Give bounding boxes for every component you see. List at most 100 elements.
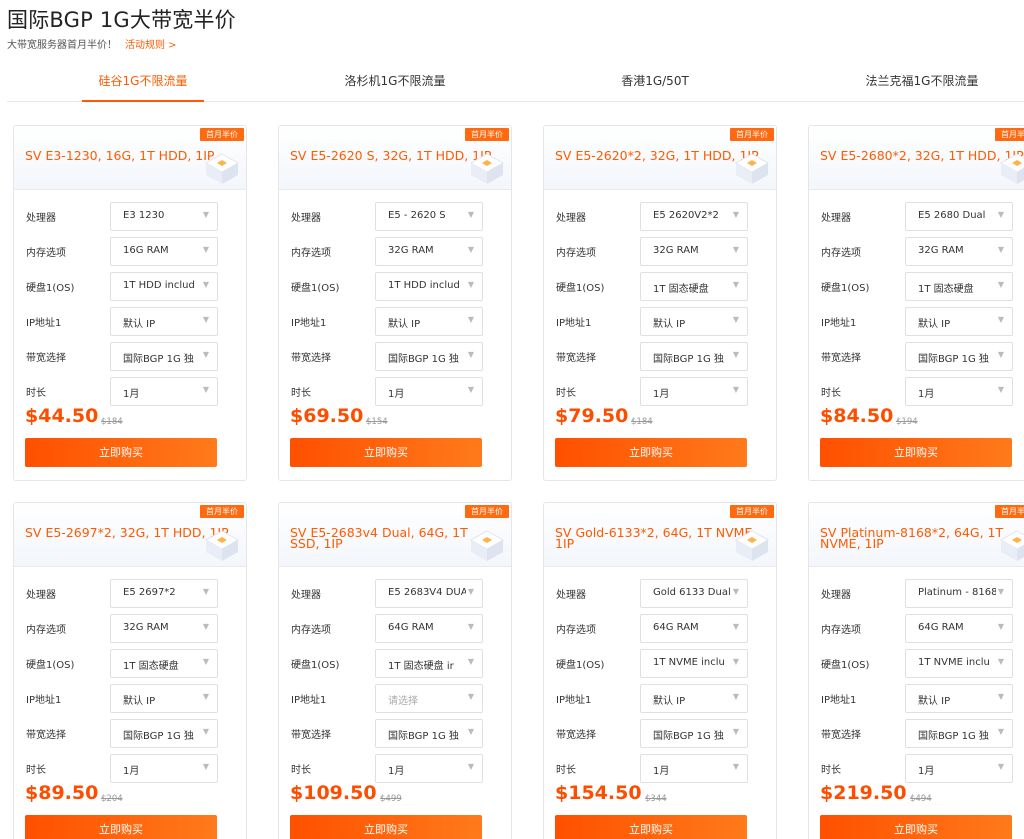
ip-select[interactable]: 默认 IP ▼ (905, 684, 1013, 713)
option-row-disk: 硬盘1(OS) 1T 固态硬盘 ▼ (544, 272, 776, 301)
duration-value: 1月 (388, 389, 405, 400)
ram-label: 内存选项 (821, 625, 861, 636)
option-row-disk: 硬盘1(OS) 1T 固态硬盘 ▼ (14, 649, 246, 678)
ram-select[interactable]: 64G RAM ▼ (640, 614, 748, 643)
ip-select[interactable]: 默认 IP ▼ (375, 307, 483, 336)
server-cube-icon (202, 527, 242, 563)
option-row-disk: 硬盘1(OS) 1T HDD includ ▼ (14, 272, 246, 301)
disk-select[interactable]: 1T NVME inclu ▼ (640, 649, 748, 678)
product-card: 首月半价 SV E5-2620 S, 32G, 1T HDD, 1IP 处理器 E5 … (278, 125, 512, 481)
ram-label: 内存选项 (291, 625, 331, 636)
disk-select[interactable]: 1T HDD includ ▼ (375, 272, 483, 301)
disk-label: 硬盘1(OS) (291, 283, 340, 294)
cpu-select[interactable]: E5 2620V2*2 ▼ (640, 202, 748, 231)
duration-select[interactable]: 1月 ▼ (110, 754, 218, 783)
ram-select[interactable]: 64G RAM ▼ (905, 614, 1013, 643)
ram-select[interactable]: 32G RAM ▼ (640, 237, 748, 266)
cpu-label: 处理器 (291, 590, 321, 601)
disk-select[interactable]: 1T 固态硬盘 ▼ (640, 272, 748, 301)
ip-select[interactable]: 默认 IP ▼ (110, 684, 218, 713)
disk-select[interactable]: 1T NVME inclu ▼ (905, 649, 1013, 678)
duration-select[interactable]: 1月 ▼ (640, 754, 748, 783)
disk-select[interactable]: 1T 固态硬盘 ▼ (905, 272, 1013, 301)
cpu-value: E3 1230 (123, 210, 165, 221)
ram-select[interactable]: 16G RAM ▼ (110, 237, 218, 266)
disk-select[interactable]: 1T 固态硬盘 ir ▼ (375, 649, 483, 678)
chevron-down-icon: ▼ (202, 280, 209, 289)
ip-select[interactable]: 默认 IP ▼ (110, 307, 218, 336)
option-row-ram: 内存选项 32G RAM ▼ (544, 237, 776, 266)
buy-now-button[interactable]: 立即购买 (555, 438, 747, 467)
ram-select[interactable]: 32G RAM ▼ (905, 237, 1013, 266)
ip-select[interactable]: 请选择 ▼ (375, 684, 483, 713)
ram-select[interactable]: 32G RAM ▼ (375, 237, 483, 266)
duration-select[interactable]: 1月 ▼ (375, 754, 483, 783)
ram-select[interactable]: 32G RAM ▼ (110, 614, 218, 643)
option-row-duration: 时长 1月 ▼ (14, 377, 246, 406)
bandwidth-select[interactable]: 国际BGP 1G 独 ▼ (375, 342, 483, 371)
cpu-select[interactable]: E3 1230 ▼ (110, 202, 218, 231)
ip-value: 默认 IP (123, 696, 156, 707)
disk-select[interactable]: 1T HDD includ ▼ (110, 272, 218, 301)
bandwidth-select[interactable]: 国际BGP 1G 独 ▼ (110, 719, 218, 748)
ip-select[interactable]: 默认 IP ▼ (640, 307, 748, 336)
chevron-down-icon: ▼ (732, 385, 739, 394)
product-title: SV E5-2620*2, 32G, 1T HDD, 1IP (555, 148, 759, 163)
ram-select[interactable]: 64G RAM ▼ (375, 614, 483, 643)
bandwidth-select[interactable]: 国际BGP 1G 独 ▼ (905, 342, 1013, 371)
ram-value: 16G RAM (123, 245, 169, 256)
option-row-ram: 内存选项 64G RAM ▼ (809, 614, 1024, 643)
option-row-cpu: 处理器 E5 2620V2*2 ▼ (544, 202, 776, 231)
disk-select[interactable]: 1T 固态硬盘 ▼ (110, 649, 218, 678)
buy-now-button[interactable]: 立即购买 (555, 815, 747, 839)
buy-now-button[interactable]: 立即购买 (290, 815, 482, 839)
bandwidth-select[interactable]: 国际BGP 1G 独 ▼ (640, 342, 748, 371)
cpu-label: 处理器 (821, 213, 851, 224)
rules-link[interactable]: 活动规则 > (125, 40, 177, 51)
cpu-select[interactable]: E5 - 2620 S ▼ (375, 202, 483, 231)
chevron-down-icon: ▼ (467, 315, 474, 324)
cpu-select[interactable]: E5 2680 Dual ▼ (905, 202, 1013, 231)
tab-hong-kong[interactable]: 香港1G/50T (605, 60, 705, 102)
cpu-select[interactable]: E5 2683V4 DUAL ▼ (375, 579, 483, 608)
buy-now-button[interactable]: 立即购买 (820, 438, 1012, 467)
buy-now-button[interactable]: 立即购买 (290, 438, 482, 467)
ip-select[interactable]: 默认 IP ▼ (905, 307, 1013, 336)
option-row-ip: IP地址1 默认 IP ▼ (14, 307, 246, 336)
chevron-down-icon: ▼ (467, 762, 474, 771)
duration-select[interactable]: 1月 ▼ (375, 377, 483, 406)
buy-now-button[interactable]: 立即购买 (25, 438, 217, 467)
chevron-down-icon: ▼ (202, 727, 209, 736)
ip-label: IP地址1 (556, 695, 592, 706)
buy-now-button[interactable]: 立即购买 (25, 815, 217, 839)
ram-value: 64G RAM (918, 622, 964, 633)
chevron-down-icon: ▼ (997, 315, 1004, 324)
cpu-select[interactable]: Platinum - 8168 ▼ (905, 579, 1013, 608)
price: $219.50 (820, 782, 907, 804)
duration-select[interactable]: 1月 ▼ (110, 377, 218, 406)
chevron-down-icon: ▼ (732, 692, 739, 701)
duration-select[interactable]: 1月 ▼ (905, 754, 1013, 783)
duration-select[interactable]: 1月 ▼ (905, 377, 1013, 406)
cpu-value: E5 - 2620 S (388, 210, 446, 221)
bandwidth-label: 带宽选择 (26, 353, 66, 364)
cpu-label: 处理器 (821, 590, 851, 601)
bandwidth-value: 国际BGP 1G 独 (918, 354, 989, 365)
tab-frankfurt[interactable]: 法兰克福1G不限流量 (847, 60, 997, 102)
buy-now-button[interactable]: 立即购买 (820, 815, 1012, 839)
ip-select[interactable]: 默认 IP ▼ (640, 684, 748, 713)
bandwidth-select[interactable]: 国际BGP 1G 独 ▼ (640, 719, 748, 748)
cpu-value: E5 2683V4 DUAL (388, 587, 466, 598)
duration-select[interactable]: 1月 ▼ (640, 377, 748, 406)
bandwidth-select[interactable]: 国际BGP 1G 独 ▼ (375, 719, 483, 748)
server-cube-icon (997, 150, 1024, 186)
tab-los-angeles[interactable]: 洛杉机1G不限流量 (325, 60, 465, 102)
tab-silicon-valley[interactable]: 硅谷1G不限流量 (82, 60, 204, 102)
cpu-select[interactable]: Gold 6133 Dual ▼ (640, 579, 748, 608)
duration-value: 1月 (388, 766, 405, 777)
bandwidth-select[interactable]: 国际BGP 1G 独 ▼ (110, 342, 218, 371)
option-row-duration: 时长 1月 ▼ (544, 754, 776, 783)
cpu-select[interactable]: E5 2697*2 ▼ (110, 579, 218, 608)
bandwidth-select[interactable]: 国际BGP 1G 独 ▼ (905, 719, 1013, 748)
bandwidth-label: 带宽选择 (821, 353, 861, 364)
